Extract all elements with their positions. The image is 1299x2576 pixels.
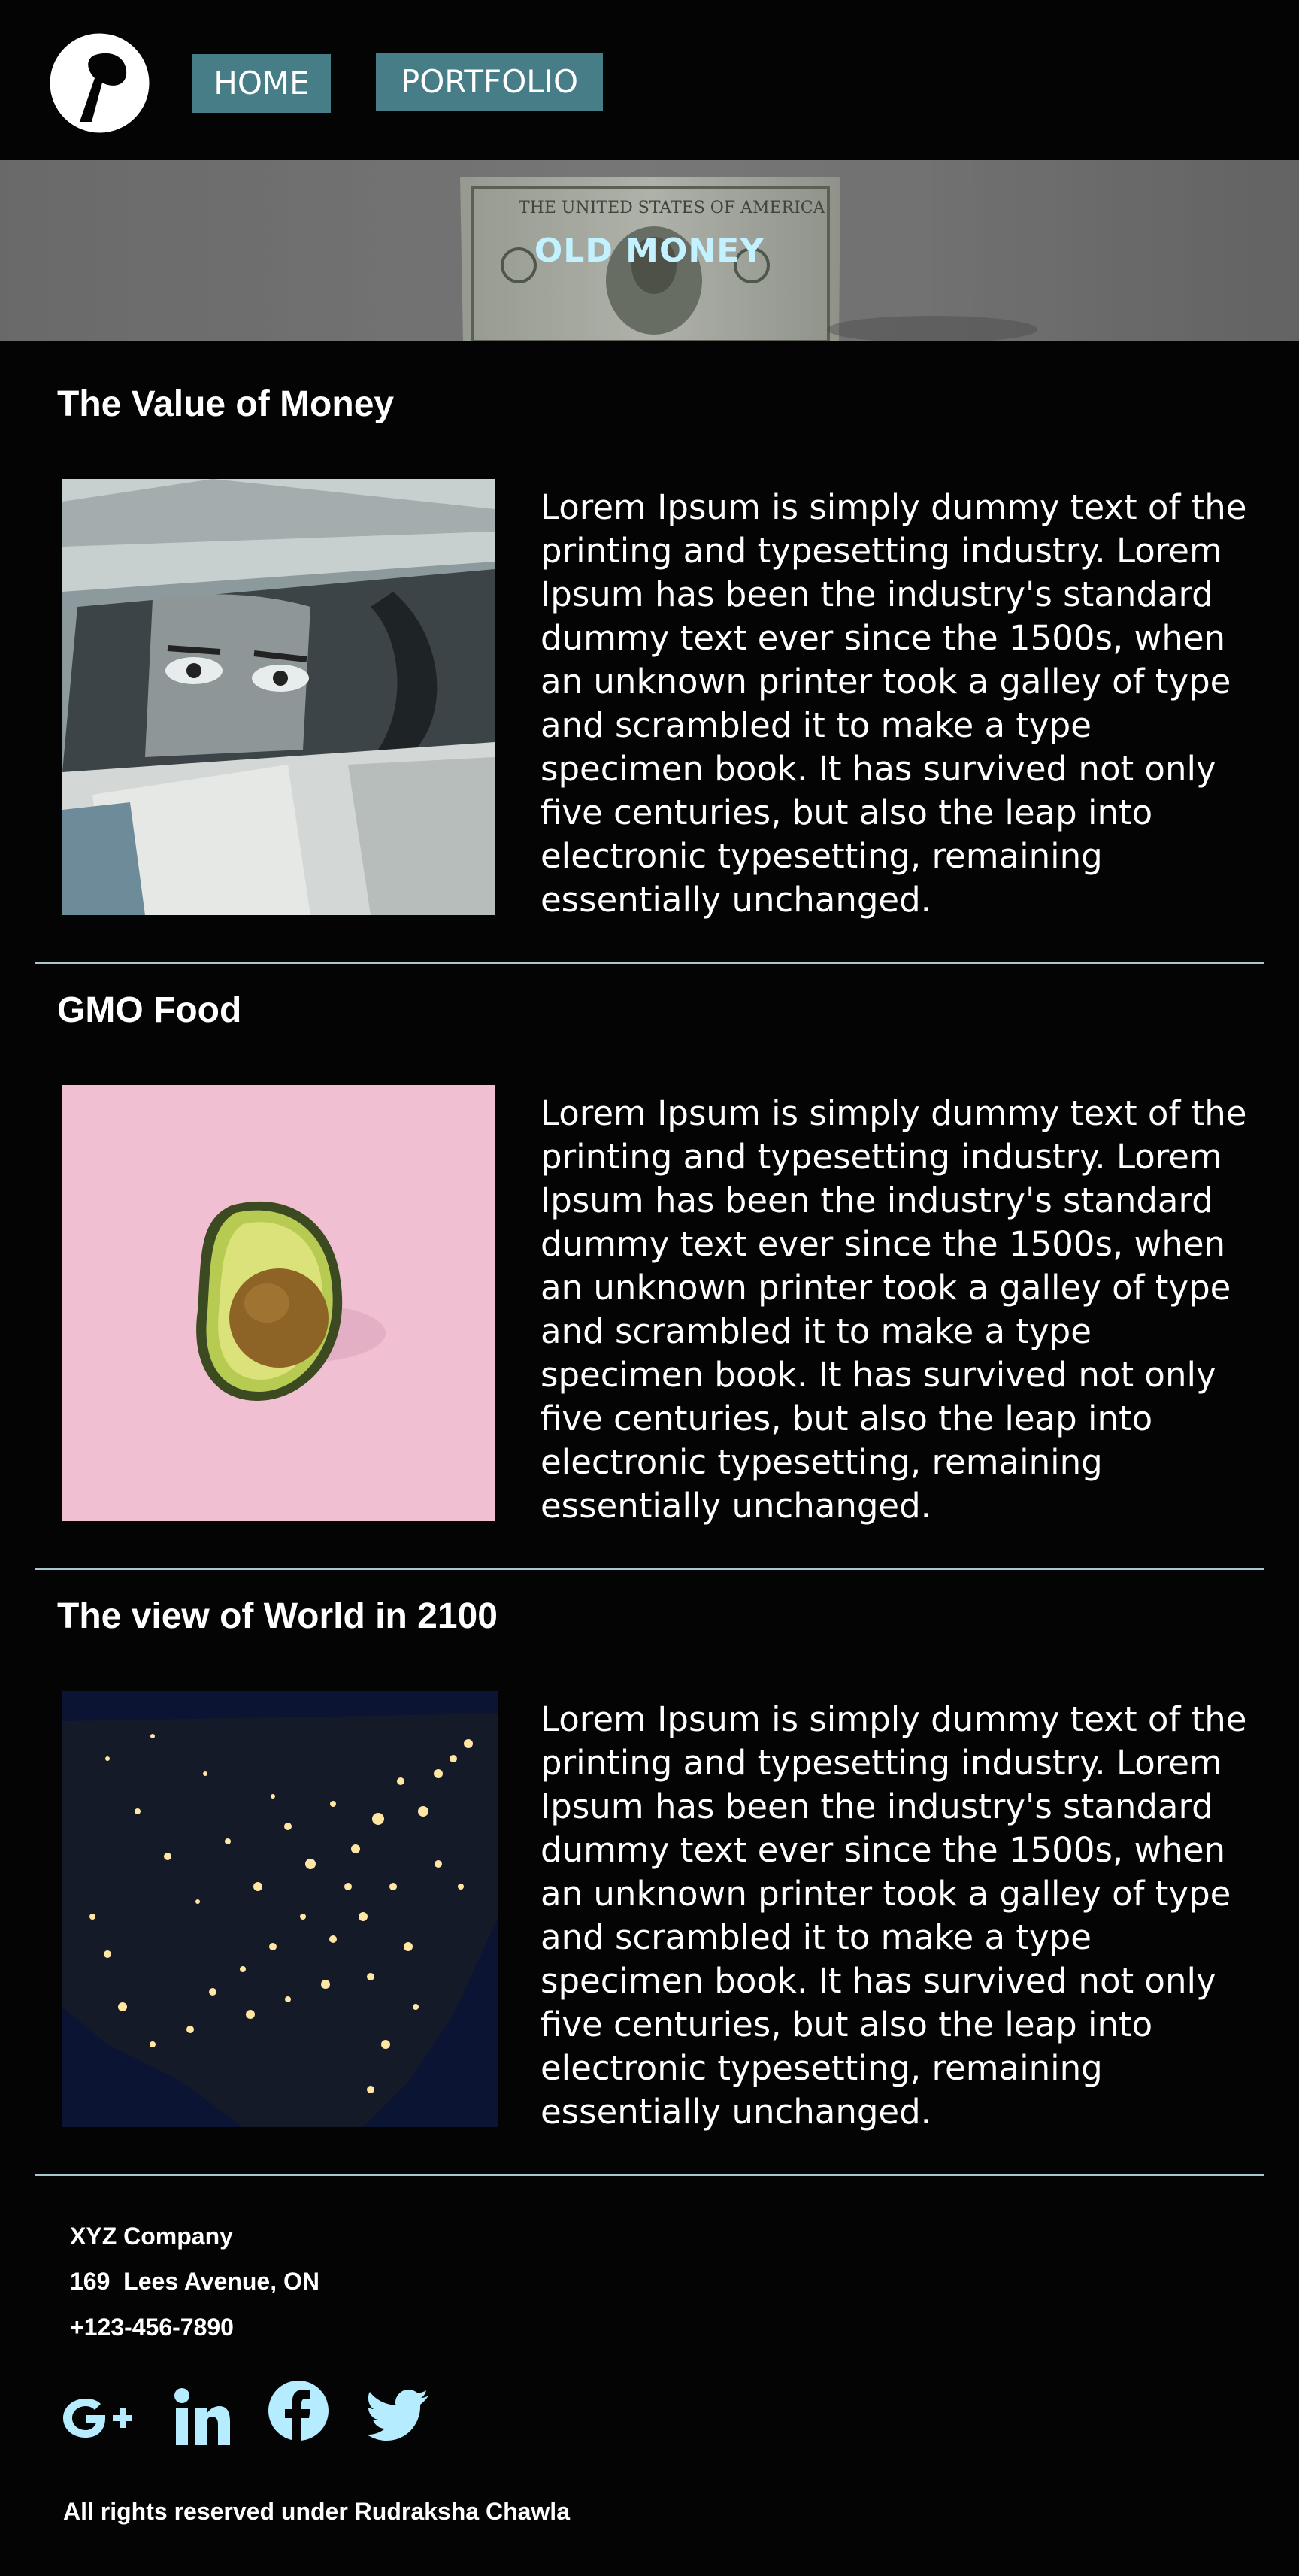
article-title: The Value of Money <box>57 384 395 424</box>
banknote-portrait-image <box>62 479 495 915</box>
nav-home-button[interactable]: HOME <box>192 54 331 113</box>
avocado-image <box>62 1085 495 1521</box>
section-divider <box>35 2174 1264 2176</box>
company-address: 169 Lees Avenue, ON <box>70 2268 319 2295</box>
page: HOME PORTFOLIO THE UNITED STATES OF AMER… <box>0 0 1299 2576</box>
google-plus-icon[interactable] <box>60 2391 135 2459</box>
article-title: GMO Food <box>57 990 242 1030</box>
company-phone: +123-456-7890 <box>70 2314 234 2341</box>
article-body: Lorem Ipsum is simply dummy text of the … <box>540 1093 1247 1526</box>
linkedin-icon[interactable] <box>173 2387 232 2454</box>
nav-portfolio-button[interactable]: PORTFOLIO <box>376 53 603 111</box>
section-divider <box>35 1568 1264 1570</box>
article-body: Lorem Ipsum is simply dummy text of the … <box>540 1699 1247 2132</box>
banner-title: OLD MONEY <box>534 232 765 270</box>
section-divider <box>35 962 1264 964</box>
copyright-text: All rights reserved under Rudraksha Chaw… <box>63 2498 570 2525</box>
article-body: Lorem Ipsum is simply dummy text of the … <box>540 487 1247 920</box>
hero-banner: THE UNITED STATES OF AMERICA OLD MONEY <box>0 160 1299 341</box>
site-header: HOME PORTFOLIO <box>0 0 1299 160</box>
logo-icon[interactable] <box>50 33 150 133</box>
night-map-image <box>62 1691 498 2127</box>
article-title: The view of World in 2100 <box>57 1596 498 1636</box>
facebook-icon[interactable] <box>267 2379 330 2447</box>
twitter-icon[interactable] <box>367 2390 430 2457</box>
company-name: XYZ Company <box>70 2223 233 2250</box>
